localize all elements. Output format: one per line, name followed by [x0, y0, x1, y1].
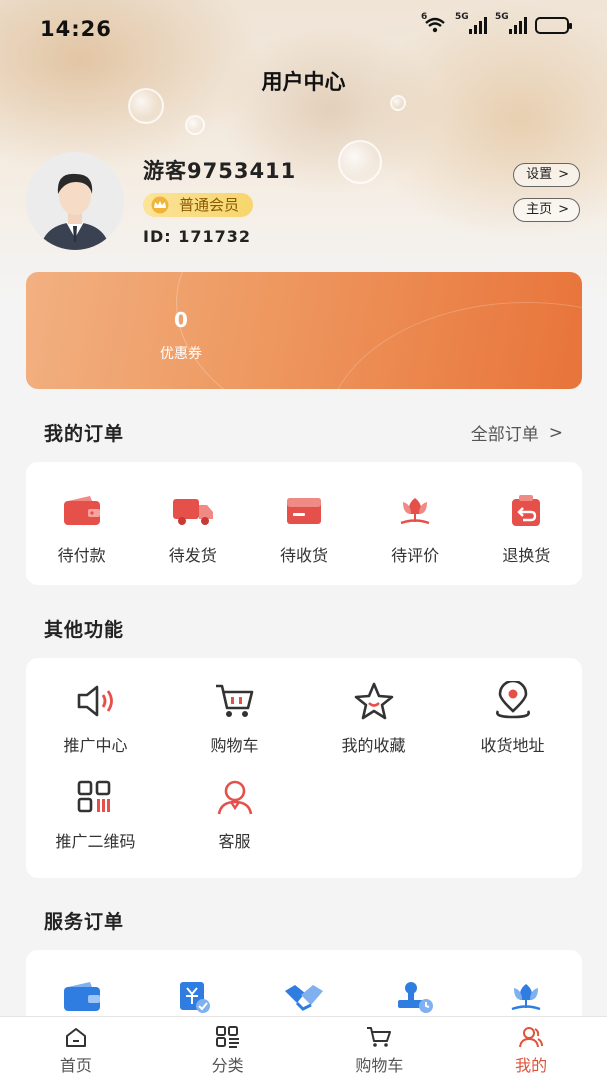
cart-icon	[367, 1027, 392, 1047]
wifi-icon: 6	[421, 12, 447, 34]
feature-customer-service[interactable]: 客服	[165, 776, 304, 852]
bubble-decoration	[185, 115, 205, 135]
tab-label: 我的	[515, 1056, 548, 1075]
customer-service-icon	[214, 776, 256, 818]
feature-promotion-qrcode[interactable]: 推广二维码	[26, 776, 165, 852]
bottom-tab-bar: 首页 分类 购物车 我的	[0, 1016, 607, 1080]
username: 游客9753411	[143, 159, 297, 183]
avatar-image	[26, 152, 124, 250]
coupon-card[interactable]: 0 优惠券	[26, 272, 582, 389]
other-section-title: 其他功能	[44, 619, 125, 641]
stamp-clock-icon	[394, 976, 436, 1018]
avatar[interactable]	[26, 152, 124, 250]
status-time: 14:26	[40, 17, 112, 41]
feature-shipping-address[interactable]: 收货地址	[443, 680, 582, 756]
category-icon	[215, 1026, 239, 1048]
home-icon	[65, 1028, 86, 1047]
order-item-return-exchange[interactable]: 退换货	[471, 490, 582, 566]
payment-check-icon	[172, 976, 214, 1018]
order-item-pending-review[interactable]: 待评价	[360, 490, 471, 566]
tab-label: 分类	[211, 1056, 244, 1075]
feature-shopping-cart[interactable]: 购物车	[165, 680, 304, 756]
truck-icon	[172, 490, 214, 532]
order-item-label: 待收货	[279, 546, 328, 565]
user-id: ID: 171732	[143, 227, 251, 246]
wifi-label: 6	[421, 12, 428, 22]
service-item[interactable]	[248, 976, 359, 1018]
qrcode-icon	[75, 776, 117, 818]
settings-label: 设置	[526, 167, 553, 182]
star-icon	[353, 680, 395, 722]
feature-promotion-center[interactable]: 推广中心	[26, 680, 165, 756]
signal-label: 5G	[495, 12, 509, 22]
package-icon	[283, 490, 325, 532]
signal-icon: 5G	[455, 12, 487, 34]
location-icon	[492, 680, 534, 722]
home-label: 主页	[526, 202, 553, 217]
service-item[interactable]	[471, 976, 582, 1018]
tab-category[interactable]: 分类	[152, 1017, 304, 1080]
all-orders-label: 全部订单	[470, 425, 539, 445]
battery-icon	[535, 16, 572, 34]
all-orders-link[interactable]: 全部订单 >	[470, 420, 563, 446]
order-item-pending-payment[interactable]: 待付款	[26, 490, 137, 566]
page-title: 用户中心	[261, 70, 346, 94]
status-icons: 6 5G 5G	[421, 12, 572, 34]
order-item-pending-receipt[interactable]: 待收货	[248, 490, 359, 566]
wallet-icon	[61, 490, 103, 532]
cart-icon	[214, 680, 256, 722]
feature-my-favorites[interactable]: 我的收藏	[304, 680, 443, 756]
feature-label: 我的收藏	[341, 736, 406, 755]
chevron-right-icon: >	[548, 422, 563, 443]
tab-label: 首页	[59, 1056, 92, 1075]
coupon-count: 0	[174, 308, 188, 332]
order-item-label: 待评价	[391, 546, 440, 565]
handshake-icon	[283, 976, 325, 1018]
member-level: 普通会员	[179, 196, 240, 214]
bubble-decoration	[338, 140, 382, 184]
home-button[interactable]: 主页 >	[513, 198, 580, 222]
other-card: 推广中心 购物车 我的收藏 收货地址 推广二维码 客服	[26, 658, 582, 878]
flower-icon	[505, 976, 547, 1018]
chevron-right-icon: >	[558, 202, 569, 217]
order-item-label: 待发货	[168, 546, 217, 565]
feature-label: 推广中心	[63, 736, 128, 755]
return-icon	[505, 490, 547, 532]
tab-home[interactable]: 首页	[0, 1017, 152, 1080]
settings-button[interactable]: 设置 >	[513, 163, 580, 187]
service-section-title: 服务订单	[44, 911, 125, 933]
tab-cart[interactable]: 购物车	[304, 1017, 456, 1080]
signal-icon: 5G	[495, 12, 527, 34]
orders-section-title: 我的订单	[44, 423, 125, 445]
feature-label: 购物车	[210, 736, 259, 755]
order-item-pending-shipment[interactable]: 待发货	[137, 490, 248, 566]
speaker-icon	[75, 680, 117, 722]
order-item-label: 待付款	[57, 546, 106, 565]
bubble-decoration	[390, 95, 406, 111]
tab-label: 购物车	[355, 1056, 404, 1075]
service-item[interactable]	[360, 976, 471, 1018]
crown-icon	[151, 196, 169, 214]
coupon-label: 优惠券	[160, 346, 202, 362]
status-bar: 14:26 6 5G 5G	[0, 0, 607, 58]
user-icon	[519, 1027, 544, 1048]
chevron-right-icon: >	[558, 167, 569, 182]
orders-card: 待付款 待发货 待收货 待评价 退换货	[26, 462, 582, 585]
wallet-icon	[61, 976, 103, 1018]
service-item[interactable]	[137, 976, 248, 1018]
feature-label: 收货地址	[480, 736, 545, 755]
signal-label: 5G	[455, 12, 469, 22]
flower-icon	[394, 490, 436, 532]
member-badge: 普通会员	[143, 193, 254, 217]
order-item-label: 退换货	[502, 546, 551, 565]
tab-mine[interactable]: 我的	[455, 1017, 607, 1080]
feature-label: 客服	[218, 832, 251, 851]
feature-label: 推广二维码	[55, 832, 136, 851]
service-item[interactable]	[26, 976, 137, 1018]
